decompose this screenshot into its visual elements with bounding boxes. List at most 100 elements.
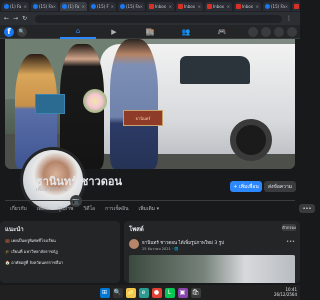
- filter-button[interactable]: ตัวกรอง: [282, 224, 296, 231]
- facebook-logo[interactable]: f: [4, 26, 14, 37]
- intro-line-text[interactable]: เคยเป็นครูพิเศษที่โรงเรียน: [11, 238, 56, 243]
- windows-start-icon[interactable]: ⊞: [99, 287, 110, 298]
- chrome-icon[interactable]: ●: [151, 287, 162, 298]
- browser-tab[interactable]: Inbox×: [292, 1, 300, 11]
- close-tab-icon[interactable]: ×: [169, 4, 172, 9]
- gaming-icon[interactable]: 🎮: [204, 25, 240, 39]
- post-options-icon[interactable]: •••: [286, 239, 295, 245]
- gmail-icon: [236, 3, 241, 9]
- browser-tab-label: (1) Fa: [68, 3, 80, 9]
- browser-tab-label: (15) Fa: [39, 3, 53, 9]
- photos-icon[interactable]: ▣: [177, 287, 188, 298]
- profile-tab[interactable]: เพื่อน: [32, 203, 53, 215]
- flower-bouquet: [83, 89, 107, 113]
- truck-wheel: [230, 119, 272, 161]
- name-plaque: ธานินทร์: [123, 110, 163, 126]
- truck-window: [180, 56, 250, 84]
- reload-icon[interactable]: ↻: [22, 15, 27, 22]
- intro-line-text[interactable]: เรียนที่ มหาวิทยาลัยราชภัฏ: [11, 249, 58, 254]
- video-icon[interactable]: ▶: [96, 25, 132, 39]
- browser-tab-label: (1) Fa: [10, 3, 22, 9]
- profile-tab[interactable]: วิดีโอ: [78, 203, 100, 215]
- more-options-button[interactable]: •••: [299, 204, 315, 213]
- extensions-icon[interactable]: ⋮: [286, 15, 292, 22]
- close-tab-icon[interactable]: ×: [53, 4, 56, 9]
- message-button[interactable]: ส่งข้อความ: [264, 181, 296, 192]
- post-date[interactable]: 25 ธันวาคม 2021 · 🌐: [142, 246, 224, 252]
- browser-tab-bar: (1) Fa × (15) Fa × (1) Fa × (15) F × (15) Fa × Inb…: [0, 0, 300, 12]
- certificate-folder: [35, 94, 65, 114]
- browser-tab[interactable]: Inbox×: [205, 1, 232, 11]
- profile-tab[interactable]: เกี่ยวกับ: [5, 203, 32, 215]
- browser-tab-label: Inbox: [155, 3, 166, 9]
- profile-tabs: เกี่ยวกับ เพื่อน รูปภาพ วิดีโอ การเช็คอิน เพิ…: [5, 203, 164, 215]
- browser-tab[interactable]: (15) F ×: [89, 1, 116, 11]
- search-icon[interactable]: 🔍: [17, 26, 27, 37]
- intro-lines: 💼 เคยเป็นครูพิเศษที่โรงเรียน 🎓 เรียนที่ ม…: [5, 237, 115, 266]
- close-tab-icon[interactable]: ×: [24, 4, 27, 9]
- browser-tab[interactable]: (15) Fa ×: [31, 1, 58, 11]
- account-avatar[interactable]: [287, 27, 297, 37]
- close-tab-icon[interactable]: ×: [198, 4, 201, 9]
- browser-tab[interactable]: (15) Fa ×: [118, 1, 145, 11]
- search-icon[interactable]: 🔍: [112, 287, 123, 298]
- close-tab-icon[interactable]: ×: [111, 4, 114, 9]
- profile-tab[interactable]: การเช็คอิน: [100, 203, 133, 215]
- notifications-icon[interactable]: [274, 27, 284, 37]
- back-icon[interactable]: ←: [4, 15, 9, 22]
- menu-icon[interactable]: [248, 27, 258, 37]
- groups-icon[interactable]: 👥: [168, 25, 204, 39]
- line-app-icon[interactable]: L: [164, 287, 175, 298]
- post-image[interactable]: [129, 255, 295, 283]
- browser-tab[interactable]: (1) Fa ×: [60, 1, 87, 11]
- marketplace-icon[interactable]: 🏬: [132, 25, 168, 39]
- gmail-icon: [149, 3, 154, 9]
- forward-icon[interactable]: →: [13, 15, 18, 22]
- close-tab-icon[interactable]: ×: [285, 4, 288, 9]
- profile-divider: [5, 200, 295, 201]
- browser-tab[interactable]: Inbox×: [176, 1, 203, 11]
- browser-tab-label: Inbox: [184, 3, 195, 9]
- intro-line: 💼 เคยเป็นครูพิเศษที่โรงเรียน: [5, 237, 115, 244]
- gmail-icon: [207, 3, 212, 9]
- posts-card: โพสต์ ตัวกรอง ธานินทร์ ชาวดอน ได้เพิ่มรู…: [124, 221, 300, 283]
- store-icon[interactable]: 🛍: [190, 287, 201, 298]
- intro-line: 🎓 เรียนที่ มหาวิทยาลัยราชภัฏ: [5, 248, 115, 255]
- account-controls: [248, 27, 297, 37]
- post-author-avatar[interactable]: [129, 239, 139, 249]
- file-explorer-icon[interactable]: 📁: [125, 287, 136, 298]
- browser-toolbar: ← → ↻ ⋮: [0, 12, 300, 25]
- browser-tab[interactable]: Inbox×: [234, 1, 261, 11]
- close-tab-icon[interactable]: ×: [140, 4, 143, 9]
- intro-line-icon: 🏠: [5, 260, 10, 265]
- post-header: ธานินทร์ ชาวดอน ได้เพิ่มรูปภาพใหม่ 3 รูป…: [129, 239, 295, 252]
- browser-tab[interactable]: (15) Fa ×: [263, 1, 290, 11]
- browser-tab[interactable]: Inbox×: [147, 1, 174, 11]
- gmail-icon: [178, 3, 183, 9]
- taskbar: ⊞ 🔍 📁 e ● L ▣ 🛍 10:41 26/12/2564: [0, 285, 300, 300]
- cover-person-right: [110, 39, 158, 169]
- browser-tab-label: Inbox: [213, 3, 224, 9]
- browser-tab-label: (15) Fa: [126, 3, 140, 9]
- address-input[interactable]: [35, 14, 282, 23]
- profile-tab[interactable]: เพิ่มเติม ▾: [134, 203, 165, 215]
- intro-card: แนะนำ 💼 เคยเป็นครูพิเศษที่โรงเรียน 🎓 เรีย…: [0, 221, 120, 283]
- add-friend-button[interactable]: + เพิ่มเพื่อน: [230, 181, 262, 192]
- edge-icon[interactable]: e: [138, 287, 149, 298]
- close-tab-icon[interactable]: ×: [82, 4, 85, 9]
- profile-tab[interactable]: รูปภาพ: [53, 203, 78, 215]
- home-icon[interactable]: ⌂: [60, 25, 96, 39]
- post-author[interactable]: ธานินทร์ ชาวดอน ได้เพิ่มรูปภาพใหม่ 3 รูป: [142, 239, 224, 246]
- facebook-navbar: f 🔍 ⌂ ▶ 🏬 👥 🎮: [0, 25, 300, 39]
- posts-title: โพสต์: [129, 226, 144, 233]
- messenger-icon[interactable]: [261, 27, 271, 37]
- clock[interactable]: 10:41 26/12/2564: [274, 287, 297, 297]
- facebook-icon: [33, 3, 38, 9]
- facebook-icon: [265, 3, 270, 9]
- close-tab-icon[interactable]: ×: [227, 4, 230, 9]
- intro-title: แนะนำ: [5, 226, 24, 233]
- intro-line-text[interactable]: อาศัยอยู่ที่ จังหวัดนครราชสีมา: [11, 260, 63, 265]
- friends-count[interactable]: เพื่อน 175 คน: [36, 186, 67, 194]
- browser-tab[interactable]: (1) Fa ×: [2, 1, 29, 11]
- close-tab-icon[interactable]: ×: [256, 4, 259, 9]
